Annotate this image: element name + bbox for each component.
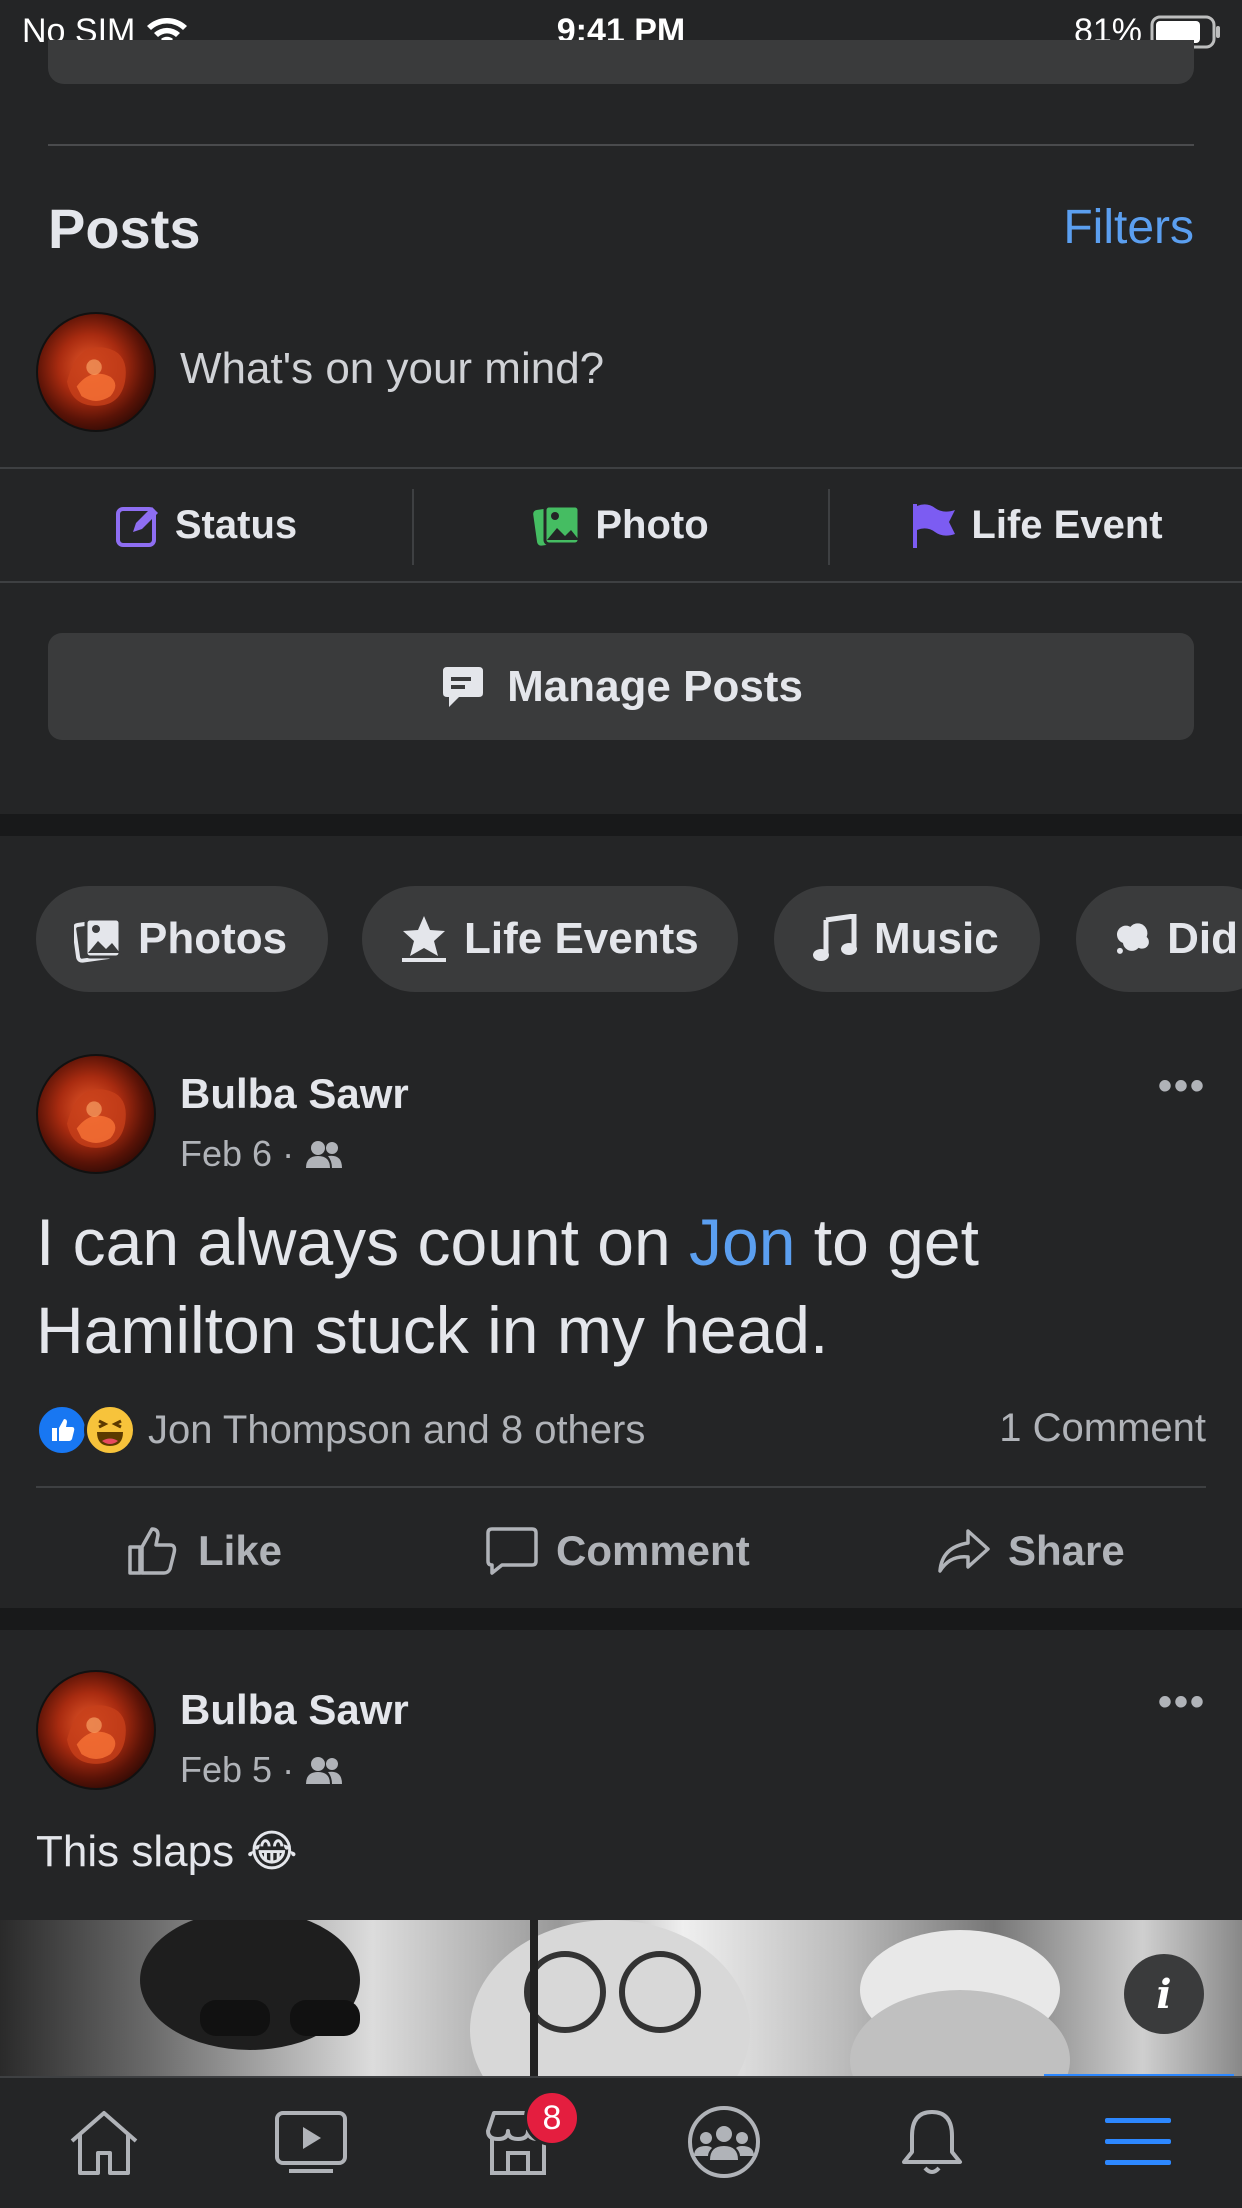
- share-icon: [938, 1529, 990, 1573]
- chip-life-events[interactable]: Life Events: [362, 886, 738, 992]
- friends-audience-icon: [306, 1141, 343, 1168]
- post-author-name[interactable]: Bulba Sawr: [180, 1070, 409, 1118]
- post-separator: [0, 1608, 1242, 1630]
- share-button[interactable]: Share: [936, 1508, 1125, 1594]
- menu-icon: [1105, 2118, 1171, 2165]
- post-author-avatar[interactable]: [36, 1054, 156, 1174]
- haha-reaction-icon: [84, 1404, 136, 1456]
- comment-icon: [486, 1527, 538, 1575]
- post-author-name[interactable]: Bulba Sawr: [180, 1686, 409, 1734]
- scrolled-card-edge: [48, 40, 1194, 84]
- reactions-summary[interactable]: Jon Thompson and 8 others: [36, 1404, 645, 1456]
- photos-icon: [74, 917, 122, 963]
- post-date[interactable]: Feb 5: [180, 1749, 272, 1791]
- info-button[interactable]: i: [1124, 1954, 1204, 2034]
- comment-button[interactable]: Comment: [484, 1508, 750, 1594]
- chip-did[interactable]: Did: [1076, 886, 1242, 992]
- thumbs-up-icon: [128, 1527, 177, 1575]
- post-options-button[interactable]: •••: [1158, 1680, 1206, 1725]
- chip-music[interactable]: Music: [774, 886, 1040, 992]
- edit-square-icon: [115, 507, 158, 547]
- post-options-button[interactable]: •••: [1158, 1064, 1206, 1109]
- meta-dot: ·: [282, 1749, 295, 1790]
- status-button[interactable]: Status: [0, 469, 412, 581]
- post-meta: Feb 5 ·: [180, 1749, 344, 1791]
- like-button[interactable]: Like: [126, 1508, 282, 1594]
- home-icon: [70, 2111, 138, 2175]
- laughing-emoji: 😂: [246, 1827, 298, 1876]
- post-divider: [36, 1486, 1206, 1488]
- post-text: I can always count on Jon to get Hamilto…: [36, 1205, 979, 1367]
- post-photo[interactable]: [0, 1920, 1242, 2076]
- post-text: This slaps 😂: [36, 1826, 298, 1877]
- tab-video[interactable]: [251, 2094, 371, 2190]
- groups-icon: [688, 2106, 760, 2178]
- tab-menu[interactable]: [1078, 2094, 1198, 2190]
- flag-icon: [913, 504, 956, 548]
- mention-link[interactable]: Jon: [689, 1205, 795, 1279]
- manage-posts-button[interactable]: Manage Posts: [48, 633, 1194, 740]
- comments-count[interactable]: 1 Comment: [999, 1406, 1206, 1451]
- post-author-avatar[interactable]: [36, 1670, 156, 1790]
- life-event-button[interactable]: Life Event: [830, 469, 1242, 581]
- friends-audience-icon: [306, 1757, 343, 1784]
- tab-bar: [0, 2076, 1242, 2208]
- photo-content: [140, 1920, 1070, 2076]
- notifications-icon: [902, 2110, 962, 2174]
- photo-icon: [533, 504, 581, 546]
- tab-home[interactable]: [44, 2094, 164, 2190]
- thought-bubble-icon: [1116, 923, 1149, 954]
- like-reaction-icon: [36, 1404, 88, 1456]
- star-icon: [402, 916, 446, 962]
- post-date[interactable]: Feb 6: [180, 1133, 272, 1175]
- chip-photos[interactable]: Photos: [36, 886, 328, 992]
- posts-title: Posts: [48, 197, 201, 260]
- post-meta: Feb 6 ·: [180, 1133, 344, 1175]
- section-divider: [48, 144, 1194, 146]
- avatar-image: [67, 1089, 126, 1148]
- photo-button[interactable]: Photo: [414, 469, 828, 581]
- filters-link[interactable]: Filters: [1063, 200, 1194, 255]
- meta-dot: ·: [282, 1133, 295, 1174]
- avatar[interactable]: [36, 312, 156, 432]
- chat-bubble-icon: [443, 666, 484, 707]
- composer-input[interactable]: What's on your mind?: [180, 344, 604, 394]
- music-note-icon: [813, 914, 857, 961]
- tab-groups[interactable]: [664, 2094, 784, 2190]
- composer-actions-bar: Status Photo Life Event: [0, 467, 1242, 583]
- video-icon: [275, 2111, 347, 2173]
- avatar-image: [67, 1705, 126, 1764]
- marketplace-badge: 8: [524, 2090, 580, 2146]
- section-separator: [0, 814, 1242, 836]
- avatar-image: [67, 347, 126, 406]
- tab-notifications[interactable]: [872, 2094, 992, 2190]
